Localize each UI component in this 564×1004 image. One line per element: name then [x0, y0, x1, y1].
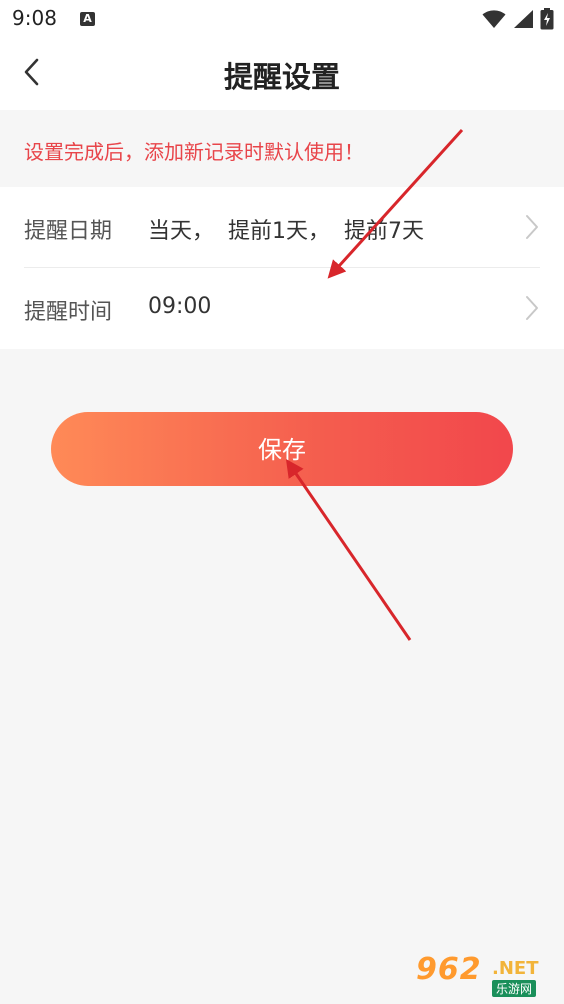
reminder-date-row[interactable]: 提醒日期 当天， 提前1天， 提前7天	[0, 187, 564, 268]
chevron-right-icon	[526, 215, 538, 239]
watermark-sub: 乐游网	[492, 980, 537, 997]
wifi-icon	[482, 10, 506, 28]
reminder-date-label: 提醒日期	[24, 219, 113, 244]
status-time: 9:08	[12, 6, 57, 30]
site-watermark-logo: 962 .NET 乐游网	[416, 952, 556, 1000]
accessibility-notification-icon: A	[80, 12, 95, 26]
reminder-time-label: 提醒时间	[24, 300, 113, 325]
status-icons	[482, 7, 554, 31]
reminder-date-value: 当天， 提前1天， 提前7天	[148, 219, 424, 244]
status-bar: 9:08 A	[0, 0, 564, 36]
reminder-time-row[interactable]: 提醒时间 09:00	[0, 268, 564, 348]
page-title: 提醒设置	[223, 60, 340, 94]
reminder-time-value: 09:00	[148, 294, 212, 319]
battery-icon	[540, 8, 554, 30]
watermark-suffix: .NET	[492, 958, 539, 979]
watermark-main: 962	[416, 952, 482, 987]
annotation-arrow-to-save	[285, 459, 412, 641]
save-button[interactable]: 保存	[51, 412, 513, 486]
reminder-settings-card: 提醒日期 当天， 提前1天， 提前7天 提醒时间 09:00	[0, 187, 564, 349]
top-app-bar: 提醒设置	[0, 36, 564, 110]
chevron-right-icon	[526, 296, 538, 320]
notice-text: 设置完成后，添加新记录时默认使用！	[24, 140, 364, 164]
notice-banner: 设置完成后，添加新记录时默认使用！	[0, 110, 564, 186]
signal-icon	[514, 10, 533, 28]
